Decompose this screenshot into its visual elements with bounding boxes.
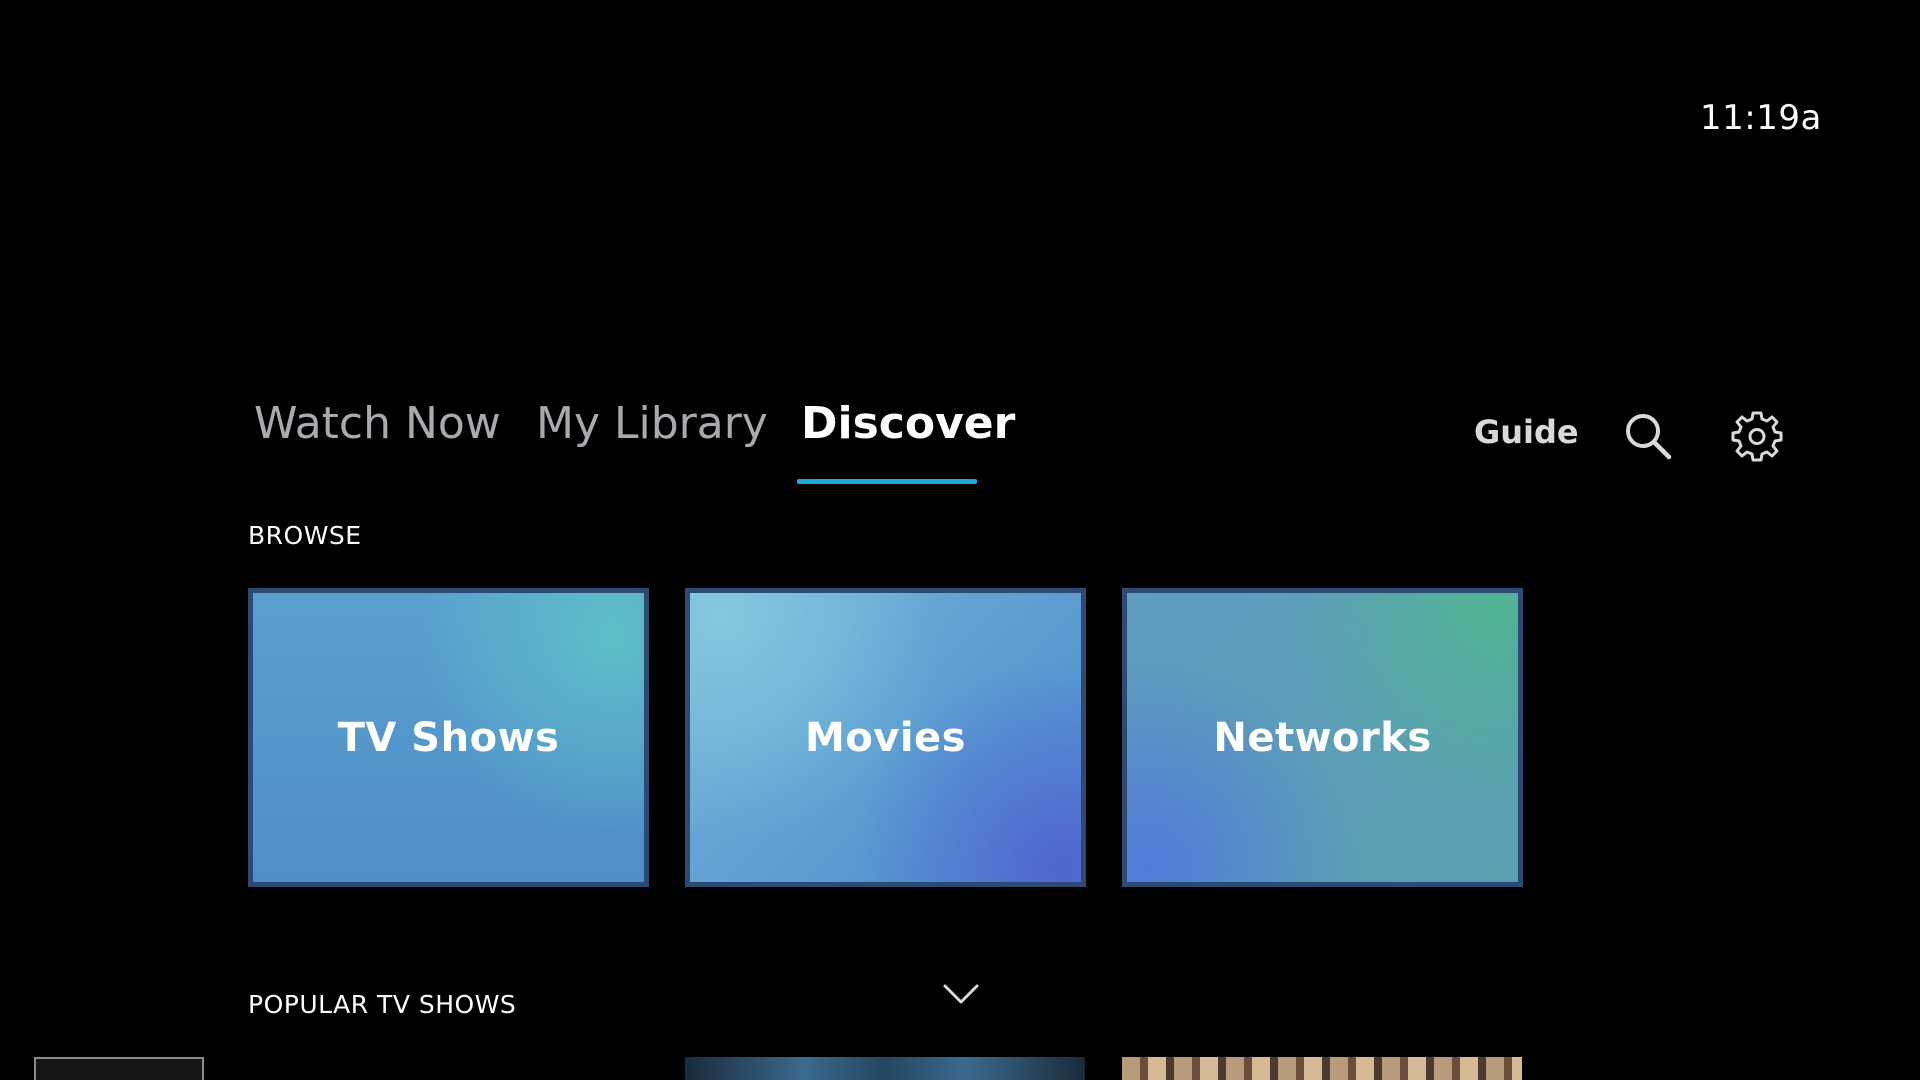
gear-icon	[1731, 411, 1783, 462]
discover-screen: 11:19a Watch Now My Library Discover Gui…	[0, 0, 1920, 1080]
clock: 11:19a	[1700, 98, 1822, 138]
show-thumbnail[interactable]	[1122, 1057, 1522, 1080]
tab-discover[interactable]: Discover	[801, 398, 1015, 449]
search-button[interactable]	[1622, 410, 1674, 462]
browse-heading: BROWSE	[248, 521, 362, 550]
show-thumbnail[interactable]	[685, 1057, 1085, 1080]
chevron-down-icon	[943, 984, 979, 1004]
browse-tile-tv-shows[interactable]: TV Shows	[248, 588, 649, 887]
scroll-down-button[interactable]	[941, 980, 981, 1008]
show-thumbnail[interactable]	[34, 1057, 204, 1080]
tile-label: TV Shows	[337, 714, 560, 761]
tile-label: Networks	[1213, 714, 1432, 761]
browse-tile-movies[interactable]: Movies	[685, 588, 1086, 887]
settings-button[interactable]	[1731, 410, 1783, 462]
popular-tv-shows-heading: POPULAR TV SHOWS	[248, 990, 517, 1019]
tab-watch-now[interactable]: Watch Now	[254, 398, 501, 449]
guide-button[interactable]: Guide	[1474, 413, 1579, 451]
tile-label: Movies	[804, 714, 966, 761]
active-tab-indicator	[797, 479, 977, 484]
browse-tile-networks[interactable]: Networks	[1122, 588, 1523, 887]
search-icon	[1626, 414, 1672, 460]
tab-my-library[interactable]: My Library	[536, 398, 768, 449]
